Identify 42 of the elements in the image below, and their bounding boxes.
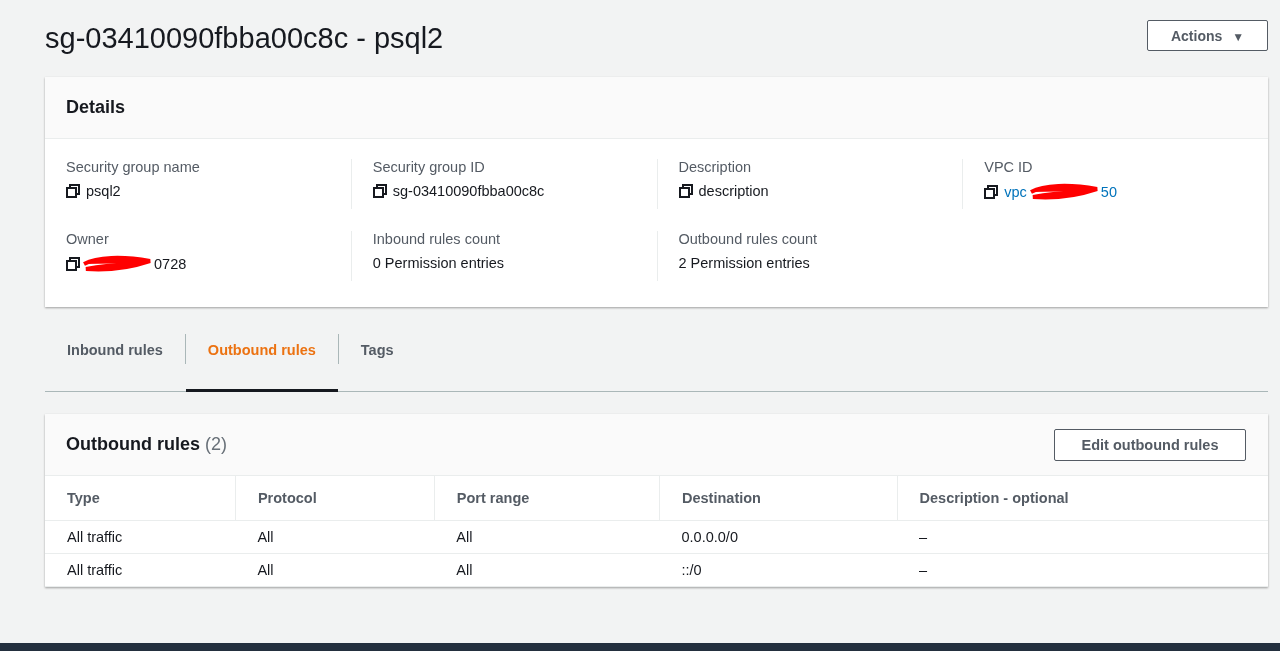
table-cell: All xyxy=(235,553,435,587)
table-cell: All xyxy=(434,520,660,554)
field-label: Owner xyxy=(66,231,110,247)
field-label: Description xyxy=(678,159,753,175)
field-label: Outbound rules count xyxy=(678,231,819,247)
field-value: sg-03410090fbba00c8c xyxy=(392,183,545,199)
field-label: Security group ID xyxy=(372,159,486,175)
column-header: Protocol xyxy=(235,476,435,521)
table-cell: All xyxy=(434,553,660,587)
column-header: Port range xyxy=(434,476,660,521)
field-link[interactable]: 50 xyxy=(1100,184,1117,200)
table-cell: – xyxy=(897,520,1268,554)
copy-icon[interactable] xyxy=(372,184,387,198)
tab[interactable]: Tags xyxy=(338,307,416,392)
tab[interactable]: Inbound rules xyxy=(45,307,185,392)
field-value: 0 Permission entries xyxy=(372,255,505,271)
actions-button[interactable]: Actions ▼ xyxy=(1147,20,1268,51)
copy-icon[interactable] xyxy=(678,184,693,198)
field-label: Security group name xyxy=(66,159,201,175)
field-label: VPC ID xyxy=(984,159,1034,175)
field-link[interactable]: vpc xyxy=(1004,184,1027,200)
details-title: Details xyxy=(66,97,126,118)
copy-icon[interactable] xyxy=(66,257,80,271)
copy-icon[interactable] xyxy=(984,185,999,199)
field-value: psql2 xyxy=(86,183,121,199)
rules-title: Outbound rules (2) xyxy=(66,434,227,455)
column-header: Description - optional xyxy=(897,476,1268,521)
table-cell: All traffic xyxy=(45,520,236,554)
table-cell: ::/0 xyxy=(659,553,898,587)
copy-icon[interactable] xyxy=(66,184,80,198)
table-cell: 0.0.0.0/0 xyxy=(659,520,898,554)
table-cell: All traffic xyxy=(45,553,236,587)
table-cell: All xyxy=(235,520,435,554)
field-value: 0728 xyxy=(154,256,187,272)
column-header: Destination xyxy=(659,476,898,521)
field-value: 2 Permission entries xyxy=(678,255,810,271)
edit-rules-button[interactable]: Edit outbound rules xyxy=(1054,428,1246,461)
column-header: Type xyxy=(45,476,236,521)
table-cell: – xyxy=(897,553,1268,587)
field-label: Inbound rules count xyxy=(372,231,502,247)
page-title: sg-03410090fbba00c8c - psql2 xyxy=(45,22,444,55)
field-value: description xyxy=(698,183,769,199)
